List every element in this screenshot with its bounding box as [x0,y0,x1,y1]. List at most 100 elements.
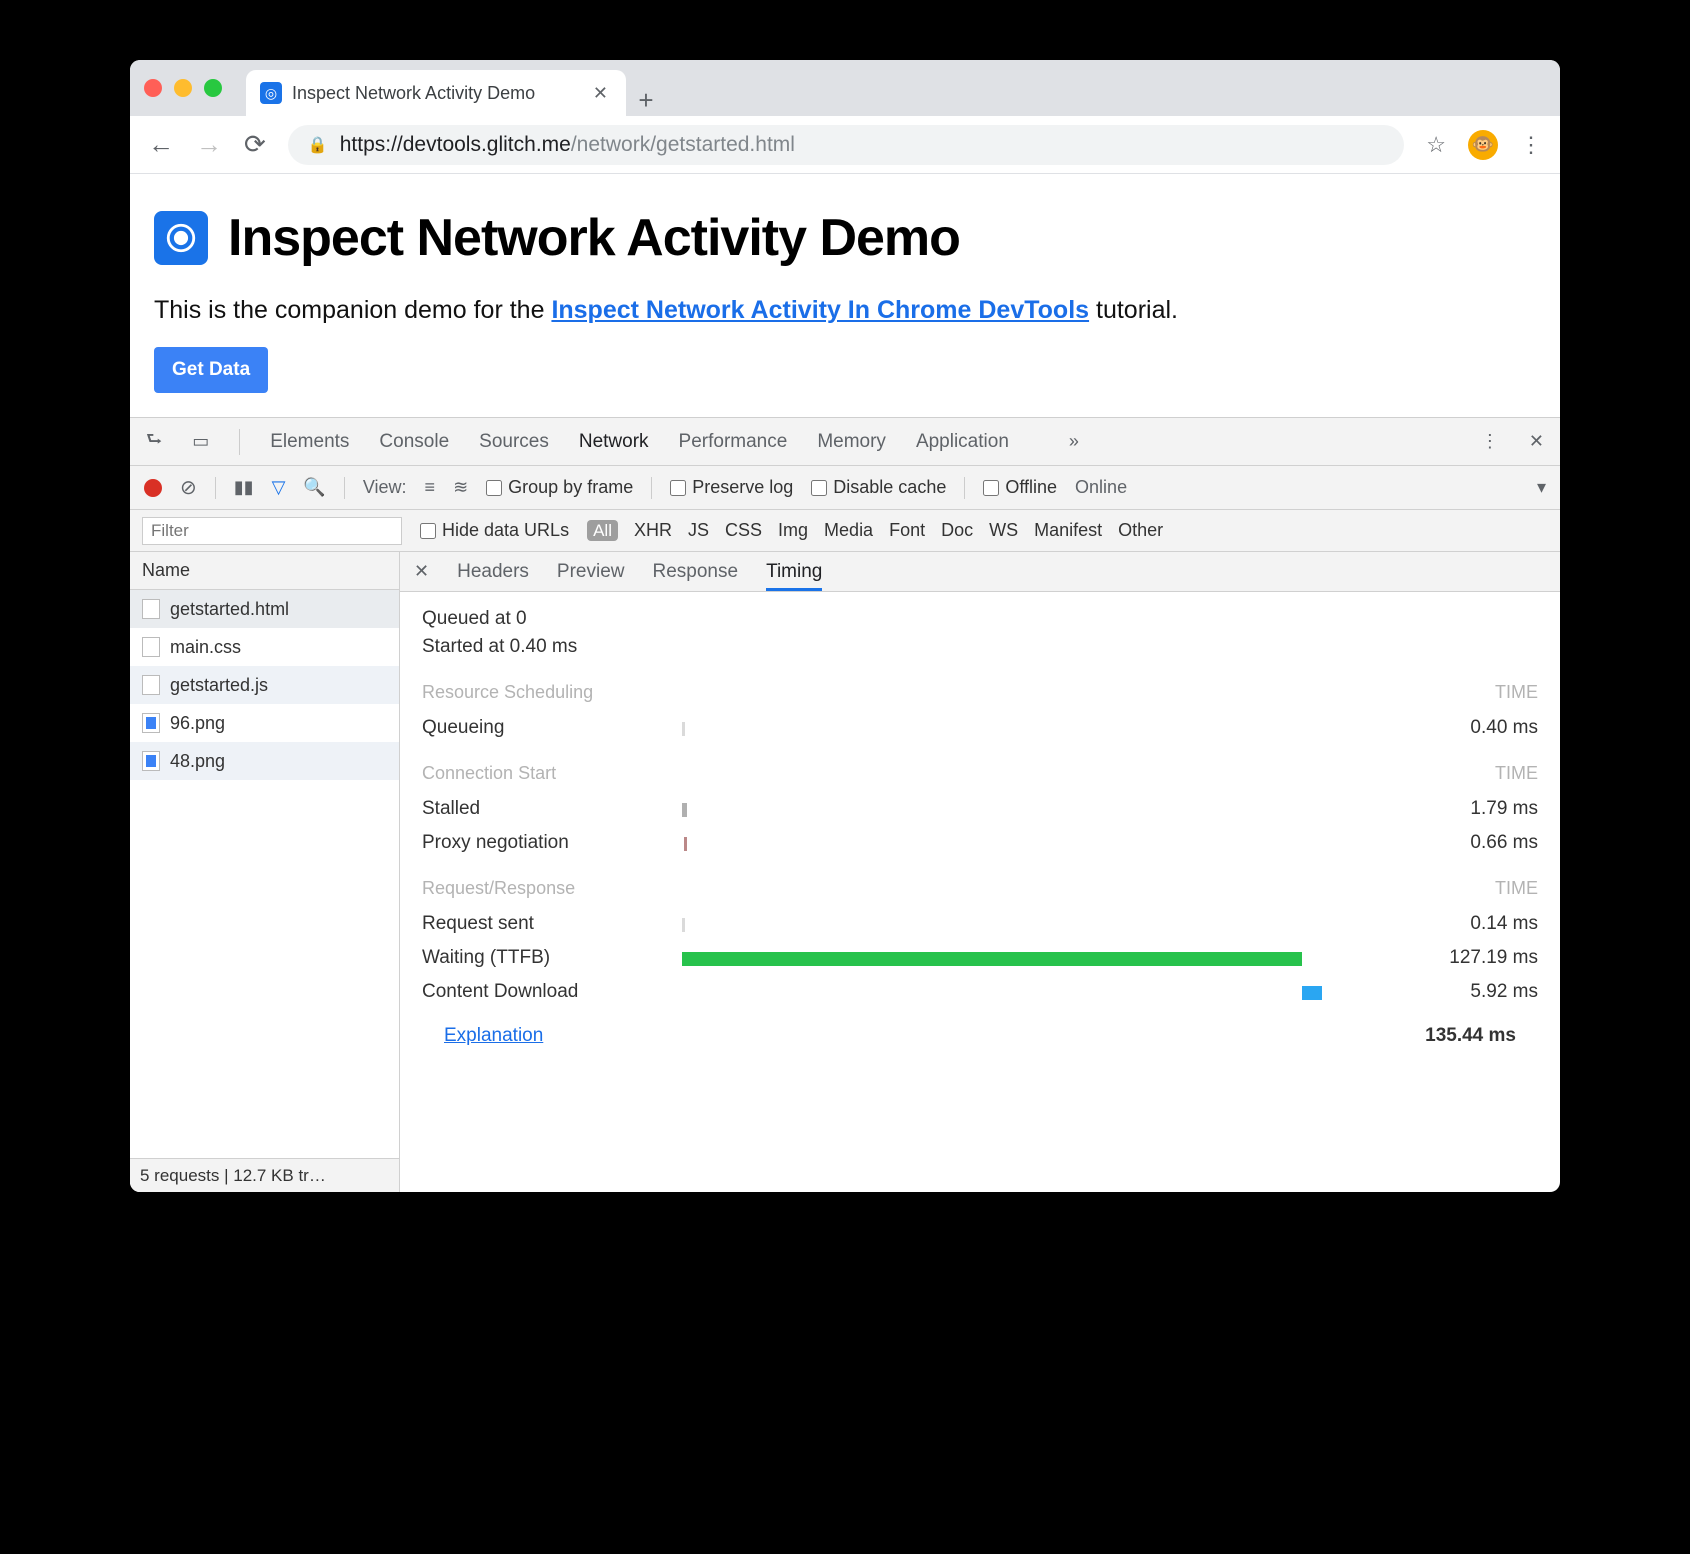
explanation-link[interactable]: Explanation [444,1025,543,1047]
forward-button[interactable]: → [196,129,222,160]
timing-bar-area [682,799,1418,819]
filter-type-doc[interactable]: Doc [941,520,973,540]
browser-window: ◎ Inspect Network Activity Demo ✕ + ← → … [130,60,1560,1192]
new-tab-button[interactable]: + [626,85,666,116]
browser-toolbar: ← → ⟳ 🔒 https://devtools.glitch.me/netwo… [130,116,1560,174]
hide-data-urls-checkbox[interactable]: Hide data URLs [420,520,569,541]
separator [239,429,240,455]
timing-row: Stalled 1.79 ms [422,792,1538,826]
close-devtools-icon[interactable]: ✕ [1529,431,1544,452]
request-row[interactable]: 96.png [130,704,399,742]
queued-at: Queued at 0 [422,608,1538,630]
disable-cache-label: Disable cache [833,477,946,498]
record-icon[interactable] [144,479,162,497]
bookmark-icon[interactable]: ☆ [1426,132,1446,158]
minimize-window-icon[interactable] [174,79,192,97]
request-row[interactable]: getstarted.js [130,666,399,704]
timing-value: 0.66 ms [1418,832,1538,854]
devtools-tab-memory[interactable]: Memory [817,431,886,452]
clear-icon[interactable]: ⊘ [180,475,197,500]
request-row[interactable]: main.css [130,628,399,666]
group-by-frame-checkbox[interactable]: Group by frame [486,477,633,498]
intro-link[interactable]: Inspect Network Activity In Chrome DevTo… [551,296,1089,324]
maximize-window-icon[interactable] [204,79,222,97]
preserve-log-checkbox[interactable]: Preserve log [670,477,793,498]
devtools-tab-console[interactable]: Console [379,431,449,452]
offline-checkbox[interactable]: Offline [983,477,1057,498]
inspect-element-icon[interactable]: ⮑ [146,427,162,457]
timing-section-title: Resource Scheduling [422,682,593,703]
browser-tab[interactable]: ◎ Inspect Network Activity Demo ✕ [246,70,626,116]
lock-icon: 🔒 [308,135,328,155]
back-button[interactable]: ← [148,129,174,160]
close-tab-icon[interactable]: ✕ [593,83,608,104]
detail-tab-response[interactable]: Response [653,561,739,588]
filter-type-other[interactable]: Other [1118,520,1163,540]
filter-type-media[interactable]: Media [824,520,873,540]
filter-funnel-icon[interactable]: ▽ [272,477,286,498]
request-list-header[interactable]: Name [130,552,399,590]
camera-icon[interactable]: ▮▮ [234,477,254,498]
favicon-icon: ◎ [260,82,282,104]
devtools-tab-sources[interactable]: Sources [479,431,549,452]
timing-value: 1.79 ms [1418,798,1538,820]
timing-bar-area [682,833,1418,853]
filter-type-font[interactable]: Font [889,520,925,540]
timing-row: Waiting (TTFB)127.19 ms [422,941,1538,975]
filter-type-img[interactable]: Img [778,520,808,540]
timing-label: Request sent [422,913,682,935]
page-intro: This is the companion demo for the Inspe… [154,296,1536,325]
menu-icon[interactable]: ⋮ [1520,132,1542,158]
address-bar[interactable]: 🔒 https://devtools.glitch.me/network/get… [288,125,1404,165]
device-toolbar-icon[interactable]: ▭ [192,431,209,452]
detail-tab-headers[interactable]: Headers [457,561,529,588]
waterfall-icon[interactable]: ≋ [453,477,468,498]
started-at: Started at 0.40 ms [422,636,1538,658]
timing-time-header: TIME [1495,682,1538,703]
close-window-icon[interactable] [144,79,162,97]
large-rows-icon[interactable]: ≡ [425,477,436,498]
online-select[interactable]: Online [1075,477,1127,498]
more-tabs-icon[interactable]: » [1069,431,1079,452]
reload-button[interactable]: ⟳ [244,129,266,160]
devtools-tab-network[interactable]: Network [579,431,649,452]
timing-bar-area [682,982,1418,1002]
view-label: View: [363,477,407,498]
timing-row: Request sent0.14 ms [422,907,1538,941]
timing-label: Stalled [422,798,682,820]
filter-type-ws[interactable]: WS [989,520,1018,540]
filter-type-xhr[interactable]: XHR [634,520,672,540]
timing-total: 135.44 ms [1425,1025,1516,1047]
request-row[interactable]: 48.png [130,742,399,780]
filter-type-manifest[interactable]: Manifest [1034,520,1102,540]
get-data-button[interactable]: Get Data [154,347,268,393]
timing-panel: Queued at 0 Started at 0.40 ms Resource … [400,592,1560,1192]
disable-cache-checkbox[interactable]: Disable cache [811,477,946,498]
request-row[interactable]: getstarted.html [130,590,399,628]
filter-type-all[interactable]: All [587,520,618,541]
page-content: Inspect Network Activity Demo This is th… [130,174,1560,417]
search-icon[interactable]: 🔍 [303,477,325,498]
devtools-tab-performance[interactable]: Performance [679,431,788,452]
page-title: Inspect Network Activity Demo [228,208,960,268]
detail-tab-timing[interactable]: Timing [766,561,822,591]
timing-bar-area [682,914,1418,934]
timing-time-header: TIME [1495,878,1538,899]
throttling-dropdown-icon[interactable]: ▾ [1537,477,1546,498]
timing-row: Proxy negotiation0.66 ms [422,826,1538,860]
devtools-tab-elements[interactable]: Elements [270,431,349,452]
timing-value: 127.19 ms [1418,947,1538,969]
close-detail-icon[interactable]: ✕ [414,561,429,582]
request-name: 96.png [170,713,225,734]
settings-icon[interactable]: ⋮ [1481,431,1499,452]
timing-bar [682,722,685,736]
detail-tab-preview[interactable]: Preview [557,561,625,588]
filter-type-js[interactable]: JS [688,520,709,540]
filter-input[interactable] [142,517,402,545]
devtools-tab-application[interactable]: Application [916,431,1009,452]
filter-type-css[interactable]: CSS [725,520,762,540]
timing-bar-area [682,718,1418,738]
detail-tabbar: ✕ Headers Preview Response Timing [400,552,1560,592]
document-file-icon [142,599,160,619]
profile-avatar[interactable]: 🐵 [1468,130,1498,160]
